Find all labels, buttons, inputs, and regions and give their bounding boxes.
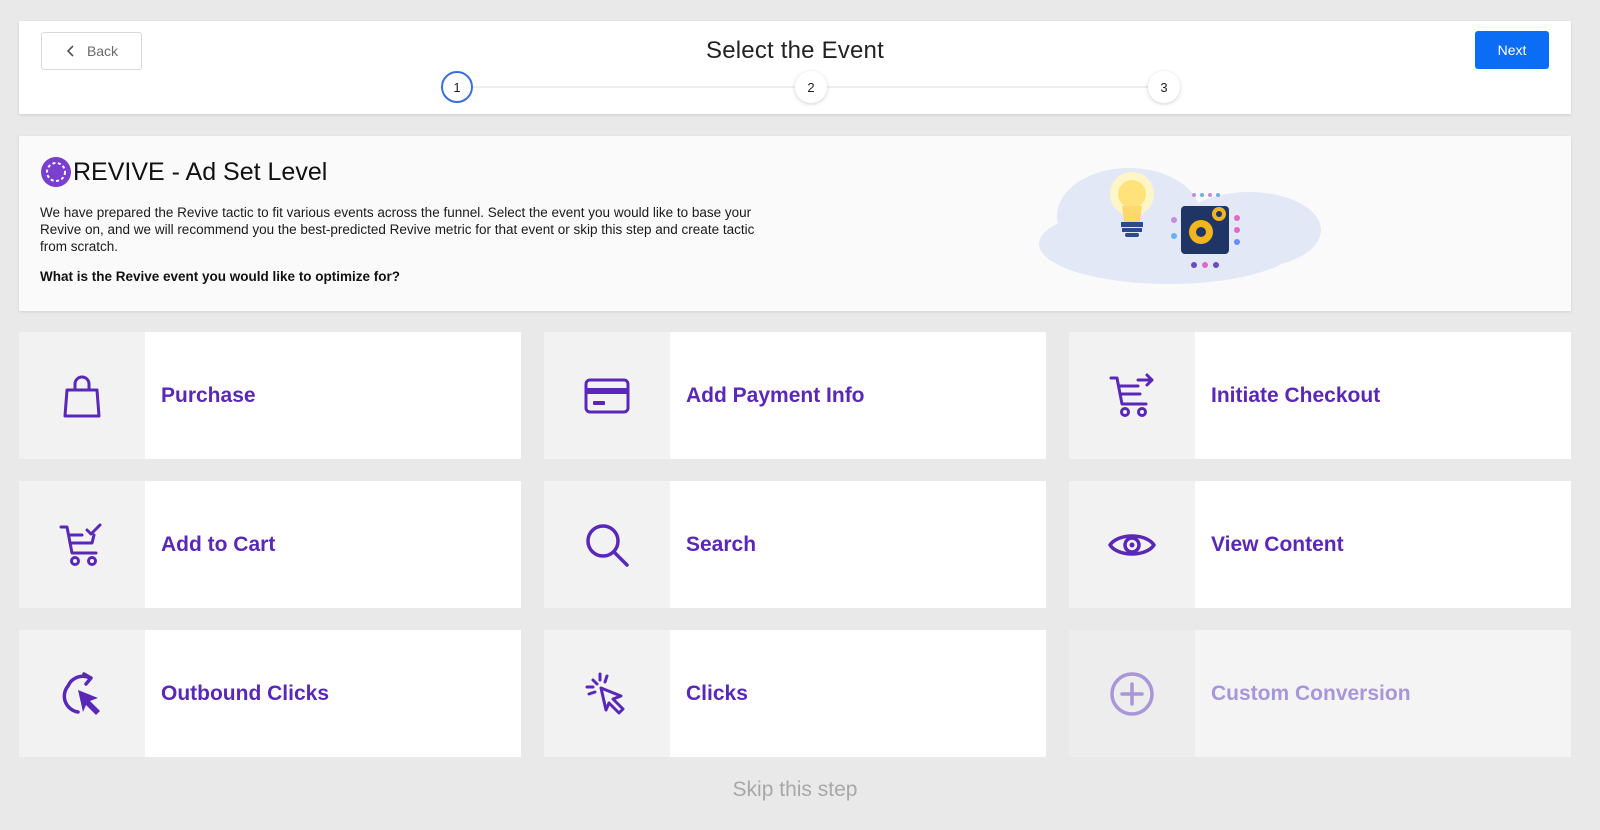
event-card-purchase[interactable]: Purchase	[19, 332, 521, 459]
step-2: 2	[795, 71, 827, 103]
page-title: Select the Event	[706, 37, 884, 64]
event-card-add-payment-info[interactable]: Add Payment Info	[544, 332, 1046, 459]
event-card-custom-conversion[interactable]: Custom Conversion	[1069, 630, 1571, 757]
skip-step-link[interactable]: Skip this step	[0, 778, 1590, 802]
event-label: Initiate Checkout	[1211, 383, 1381, 407]
cart-arrow-icon	[1109, 373, 1154, 417]
event-label: Search	[686, 532, 757, 556]
event-card-outbound-clicks[interactable]: Outbound Clicks	[19, 630, 521, 757]
event-card-search[interactable]: Search	[544, 481, 1046, 608]
event-label: Add to Cart	[161, 532, 276, 556]
event-label: Outbound Clicks	[161, 681, 329, 705]
cart-check-icon	[59, 523, 102, 566]
event-card-initiate-checkout[interactable]: Initiate Checkout	[1069, 332, 1571, 459]
intro-title: REVIVE - Ad Set Level	[73, 157, 328, 186]
click-cursor-icon	[585, 672, 625, 714]
credit-card-icon	[584, 378, 630, 413]
event-label: View Content	[1211, 532, 1344, 556]
wizard-header: Back Select the Event Next 1 2 3	[19, 21, 1571, 114]
intro-heading: REVIVE - Ad Set Level	[40, 156, 327, 188]
event-label: Custom Conversion	[1211, 681, 1411, 705]
redirect-cursor-icon	[62, 671, 100, 715]
event-card-view-content[interactable]: View Content	[1069, 481, 1571, 608]
eye-icon	[1108, 533, 1156, 556]
step-3: 3	[1148, 71, 1180, 103]
event-label: Clicks	[686, 681, 748, 705]
magnifier-icon	[586, 523, 629, 567]
step-1: 1	[441, 71, 473, 103]
event-label: Purchase	[161, 383, 256, 407]
intro-description: We have prepared the Revive tactic to fi…	[40, 205, 755, 254]
plus-circle-icon	[1110, 671, 1154, 716]
intro-question: What is the Revive event you would like …	[40, 269, 401, 284]
event-card-clicks[interactable]: Clicks	[544, 630, 1046, 757]
event-card-add-to-cart[interactable]: Add to Cart	[19, 481, 521, 608]
shopping-bag-icon	[63, 375, 101, 417]
lightbulb-gears-illustration	[1039, 168, 1321, 284]
revive-logo-icon	[41, 157, 71, 187]
next-button[interactable]: Next	[1475, 31, 1549, 69]
intro-panel: REVIVE - Ad Set Level We have prepared t…	[19, 136, 1571, 311]
event-label: Add Payment Info	[686, 383, 865, 407]
